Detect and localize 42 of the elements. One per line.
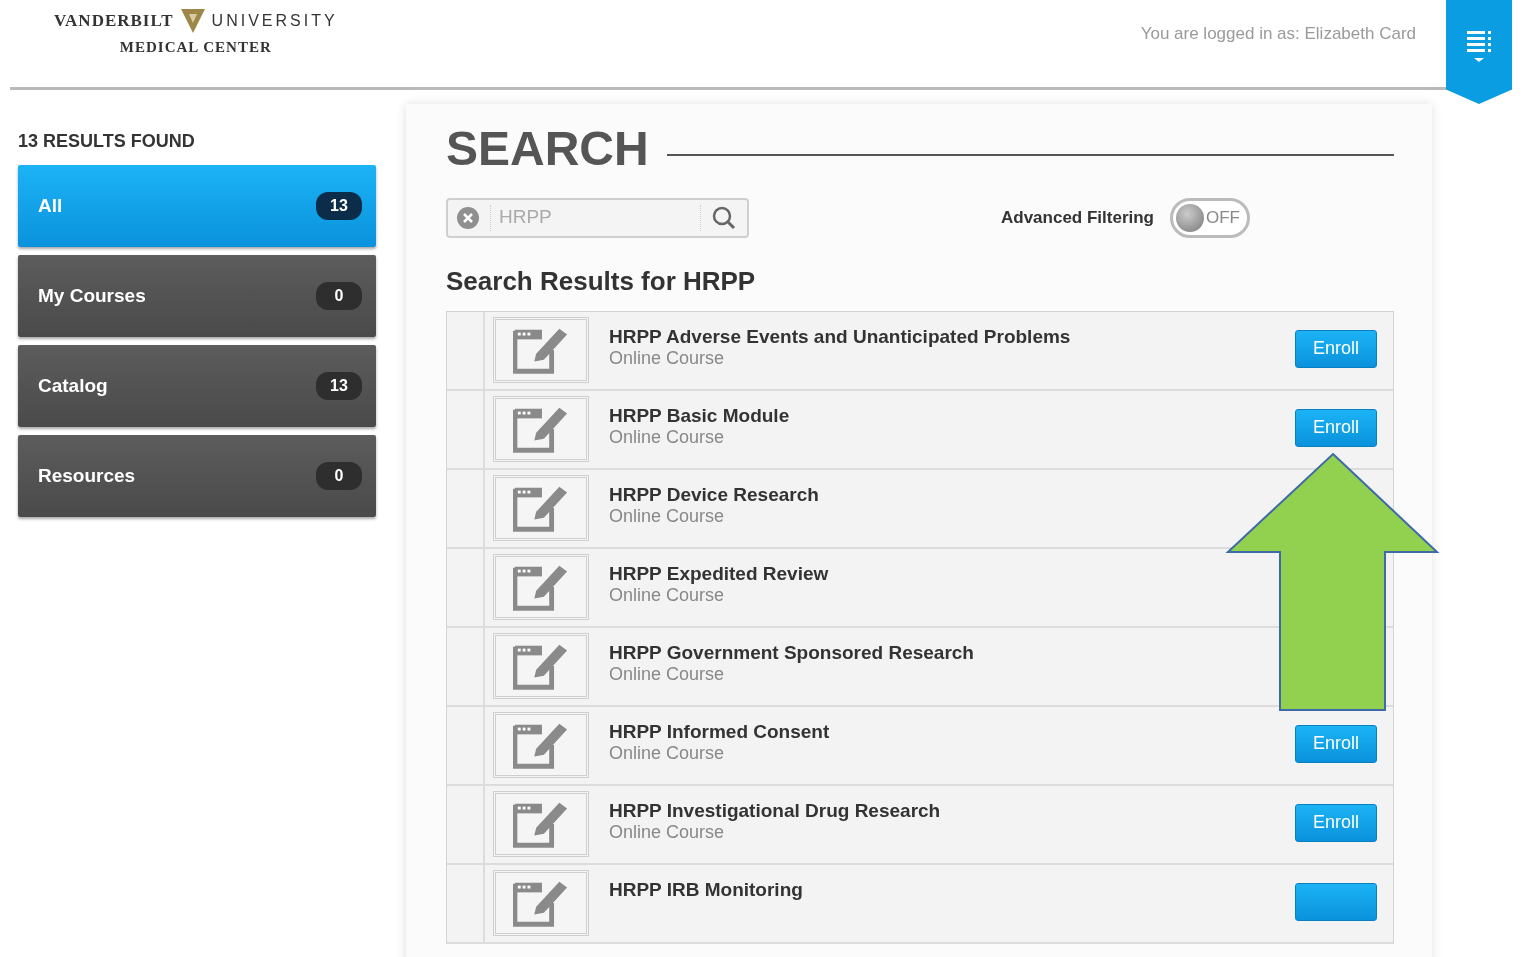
shield-logo-icon (179, 8, 206, 34)
course-title[interactable]: HRPP Investigational Drug Research (609, 799, 941, 823)
course-type: Online Course (609, 822, 725, 844)
enroll-button[interactable] (1295, 882, 1377, 921)
logo-subtitle: MEDICAL CENTER (118, 38, 273, 57)
filter-label: Resources (38, 463, 136, 488)
course-type: Online Course (609, 664, 725, 686)
menu-button[interactable] (1446, 0, 1512, 104)
search-icon[interactable] (711, 204, 737, 231)
course-title[interactable]: HRPP Expedited Review (609, 562, 829, 586)
course-title[interactable]: HRPP Adverse Events and Unanticipated Problems (609, 325, 1071, 349)
filter-label: My Courses (38, 283, 146, 308)
filter-label: Catalog (38, 373, 108, 398)
course-title[interactable]: HRPP IRB Monitoring (609, 878, 803, 902)
course-type: Online Course (609, 743, 725, 765)
filter-label: Advanced Filtering (1000, 206, 1154, 229)
course-type: Online Course (609, 348, 725, 370)
course-type: Online Course (609, 585, 725, 607)
course-title[interactable]: HRPP Device Research (609, 483, 819, 507)
course-type: Online Course (609, 427, 725, 449)
results-heading: Search Results for HRPP (446, 264, 757, 298)
toggle-switch[interactable]: OFF (1170, 197, 1250, 238)
clear-icon[interactable] (456, 205, 480, 230)
course-title[interactable]: HRPP Informed Consent (609, 720, 830, 744)
filter-label: All (38, 193, 63, 218)
filter-tab[interactable]: My Courses 0 (18, 255, 376, 337)
menu-icon (1465, 28, 1493, 63)
page-title: SEARCH (446, 121, 649, 177)
count-pill: 0 (316, 282, 362, 310)
course-type: Online Course (609, 506, 725, 528)
filter-tab[interactable]: All 13 (18, 165, 376, 247)
course-title[interactable]: HRPP Basic Module (609, 404, 790, 428)
count-pill: 13 (316, 192, 362, 220)
count-pill: 0 (316, 462, 362, 490)
filter-tab[interactable]: Catalog 13 (18, 345, 376, 427)
course-title[interactable]: HRPP Government Sponsored Research (609, 641, 974, 665)
results-count: 13 RESULTS FOUND (18, 130, 196, 153)
logo-wordmark: UNIVERSITY (211, 11, 338, 31)
logo-wordmark: VANDERBILT (54, 10, 174, 33)
login-status: You are logged in as: Elizabeth Card (1140, 23, 1416, 45)
count-pill: 13 (316, 372, 362, 400)
filter-tab[interactable]: Resources 0 (18, 435, 376, 517)
